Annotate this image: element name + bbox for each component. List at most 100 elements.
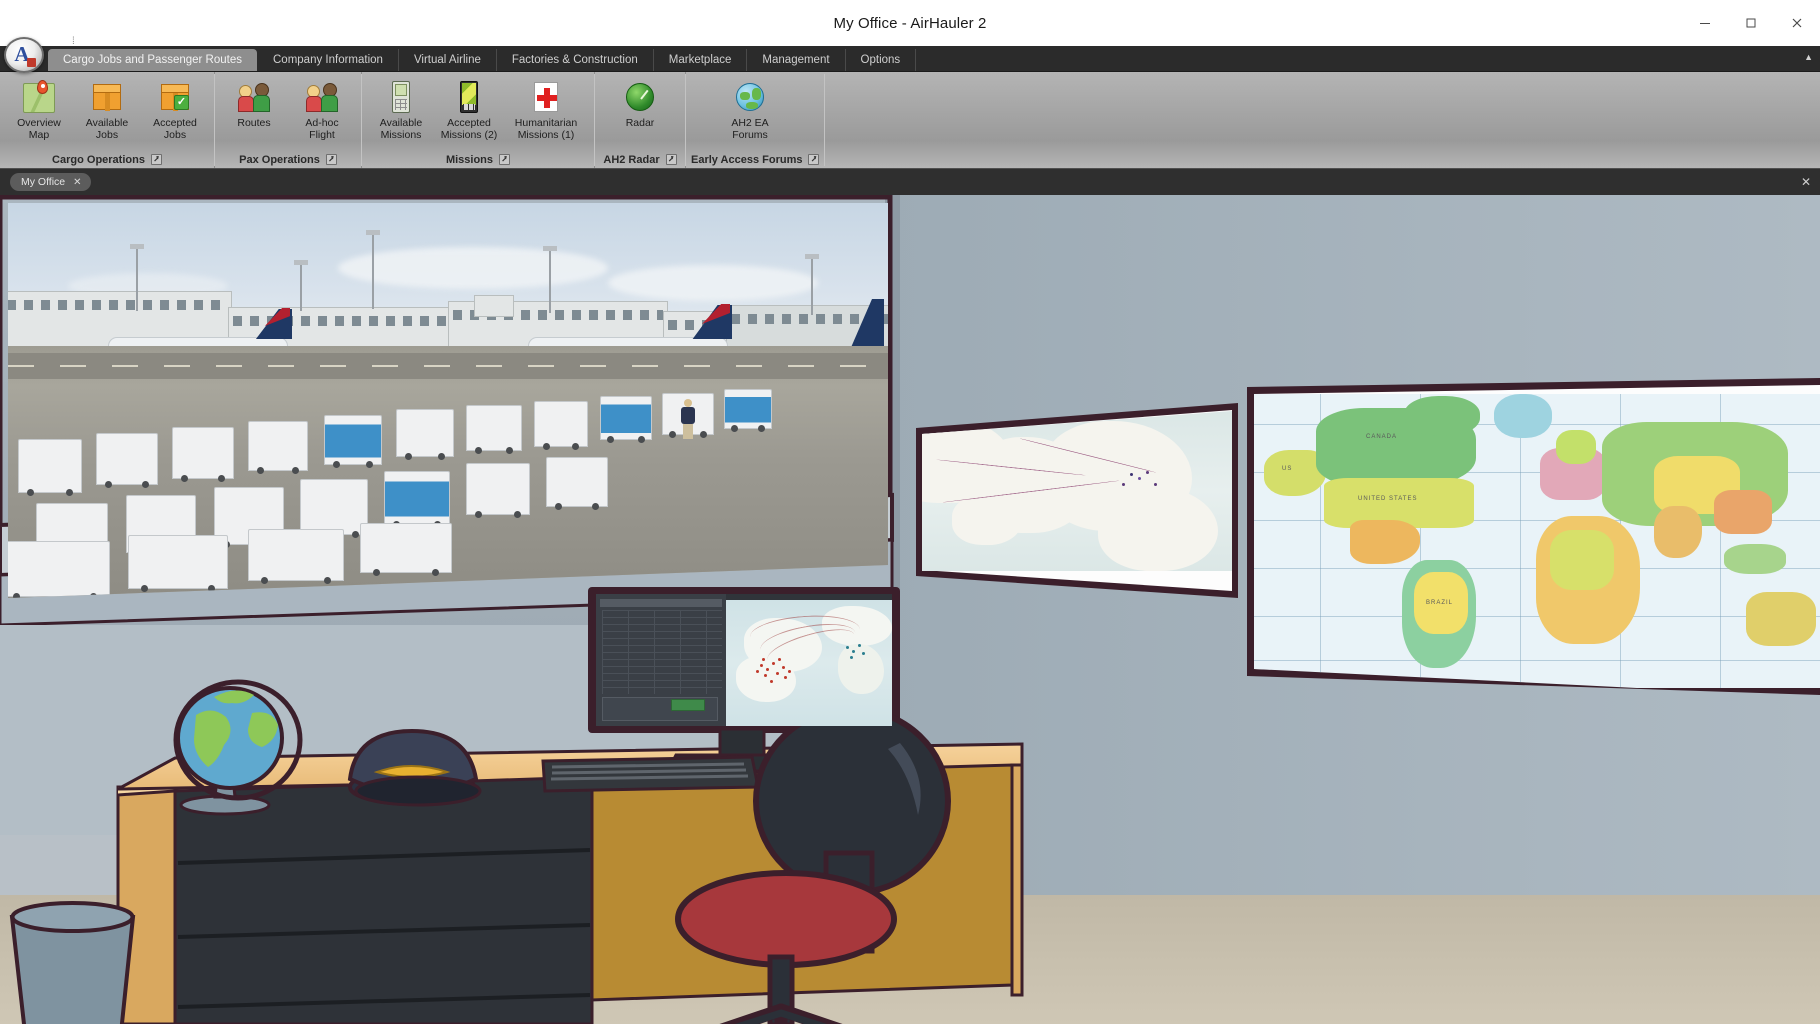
button-routes[interactable]: Routes [220,75,288,145]
ramp-worker [680,399,696,439]
ribbon-toolbar: Overview Map Available Jobs ✓ Accepted Jobs… [0,72,1820,169]
routes-icon [237,80,271,114]
document-tab-label: My Office [21,176,66,188]
button-accepted-jobs[interactable]: ✓ Accepted Jobs [141,75,209,145]
ribbon-tab-strip: Cargo Jobs and Passenger Routes Company … [0,46,1820,72]
available-missions-icon [384,80,418,114]
route-wall-map [922,411,1232,571]
pax-operations-dialog-launcher-icon[interactable]: ⭷ [325,154,337,165]
close-icon[interactable]: ✕ [73,177,81,188]
window-controls [1682,0,1820,46]
adhoc-flight-icon [305,80,339,114]
radar-icon [623,80,657,114]
light-pole [543,246,557,313]
missions-dialog-launcher-icon[interactable]: ⭷ [499,154,511,165]
button-radar[interactable]: Radar [600,75,680,145]
tab-virtual-airline[interactable]: Virtual Airline [399,49,497,71]
ribbon-group-pax-operations: Routes Ad-hoc Flight Pax Operations ⭷ [215,72,362,168]
window-title: My Office - AirHauler 2 [833,14,987,32]
close-all-documents-icon[interactable]: ✕ [1801,175,1811,189]
accepted-jobs-label-1: Accepted [153,117,197,129]
ah2-radar-name: AH2 Radar [603,153,660,166]
radar-label-1: Radar [625,117,655,129]
tab-marketplace[interactable]: Marketplace [654,49,748,71]
button-accepted-missions[interactable]: Accepted Missions (2) [435,75,503,145]
world-map-label-us: US [1282,466,1293,472]
missions-name: Missions [445,153,494,166]
control-structure [474,295,514,317]
cargo-operations-group-label: Cargo Operations ⭷ [5,151,209,168]
button-humanitarian-missions[interactable]: Humanitarian Missions (1) [503,75,589,145]
accepted-missions-label-1: Accepted [447,117,491,129]
minimize-button[interactable] [1682,0,1728,46]
button-available-jobs[interactable]: Available Jobs [73,75,141,145]
routes-label-1: Routes [237,117,271,129]
ah2-radar-items: Radar [600,75,680,151]
overview-map-label-1: Overview [17,117,61,129]
humanitarian-missions-label-2: Missions (1) [517,129,575,141]
tab-company-information[interactable]: Company Information [258,49,399,71]
ah2-radar-group-label: AH2 Radar ⭷ [600,151,680,168]
document-tab-my-office[interactable]: My Office ✕ [10,173,91,191]
early-access-forums-group-label: Early Access Forums ⭷ [691,151,820,168]
waste-bin [9,901,136,1024]
early-access-forums-name: Early Access Forums [691,153,803,166]
world-wall-map: CANADA UNITED STATES US BRAZIL [1254,394,1820,688]
pax-operations-items: Routes Ad-hoc Flight [220,75,356,151]
keyboard [541,755,760,793]
application-menu-orb[interactable]: A [4,37,44,73]
cargo-operations-dialog-launcher-icon[interactable]: ⭷ [150,154,162,165]
cloud [338,247,608,289]
my-office-scene: CANADA UNITED STATES US BRAZIL [0,195,1820,1024]
overview-map-label-2: Map [28,129,50,141]
ah2-ea-forums-icon [733,80,767,114]
early-access-forums-dialog-launcher-icon[interactable]: ⭷ [808,154,820,165]
button-ah2-ea-forums[interactable]: AH2 EA Forums [691,75,809,145]
maximize-button[interactable] [1728,0,1774,46]
document-tab-strip: My Office ✕ ✕ [0,169,1820,195]
light-pole [294,260,308,311]
available-jobs-icon [90,80,124,114]
pax-operations-name: Pax Operations [239,153,320,166]
ah2-ea-forums-label-2: Forums [732,129,768,141]
available-missions-label-2: Missions [380,129,422,141]
ribbon-group-cargo-operations: Overview Map Available Jobs ✓ Accepted Jobs… [0,72,215,168]
button-overview-map[interactable]: Overview Map [5,75,73,145]
light-pole [130,244,144,311]
tab-management[interactable]: Management [747,49,846,71]
ribbon-group-ah2-radar: Radar AH2 Radar ⭷ [595,72,686,168]
missions-items: Available Missions Accepted Missions (2) H… [367,75,589,151]
ah2-radar-dialog-launcher-icon[interactable]: ⭷ [665,154,677,165]
available-jobs-label-2: Jobs [95,129,119,141]
collapse-ribbon-icon[interactable]: ▲ [1804,52,1813,62]
adhoc-flight-label-2: Flight [309,129,335,141]
monitor-screen[interactable] [596,594,892,726]
monitor-job-list-panel [596,594,727,726]
available-jobs-label-1: Available [85,117,129,129]
button-available-missions[interactable]: Available Missions [367,75,435,145]
tab-factories-and-construction[interactable]: Factories & Construction [497,49,654,71]
tab-cargo-jobs-and-passenger-routes[interactable]: Cargo Jobs and Passenger Routes [48,49,257,71]
close-button[interactable] [1774,0,1820,46]
accepted-missions-icon [452,80,486,114]
light-pole [366,230,380,309]
tab-options[interactable]: Options [846,49,917,71]
accepted-missions-label-2: Missions (2) [440,129,498,141]
airport-window-view [8,203,888,598]
monitor-route-map-panel [726,600,892,726]
humanitarian-missions-icon [529,80,563,114]
accepted-jobs-label-2: Jobs [163,129,187,141]
cargo-operations-items: Overview Map Available Jobs ✓ Accepted Jobs [5,75,209,151]
missions-group-label: Missions ⭷ [367,151,589,168]
available-missions-label-1: Available [379,117,423,129]
ah2-ea-forums-label-1: AH2 EA [731,117,769,129]
cloud [608,265,818,301]
cargo-operations-name: Cargo Operations [52,153,145,166]
window-titlebar: My Office - AirHauler 2 ⁞ [0,0,1820,47]
ribbon-group-early-access-forums: AH2 EA Forums Early Access Forums ⭷ [686,72,826,168]
overview-map-icon [22,80,56,114]
button-adhoc-flight[interactable]: Ad-hoc Flight [288,75,356,145]
world-map-label-canada: CANADA [1366,434,1398,440]
early-access-forums-items: AH2 EA Forums [691,75,819,151]
world-map-label-united-states: UNITED STATES [1358,496,1418,502]
